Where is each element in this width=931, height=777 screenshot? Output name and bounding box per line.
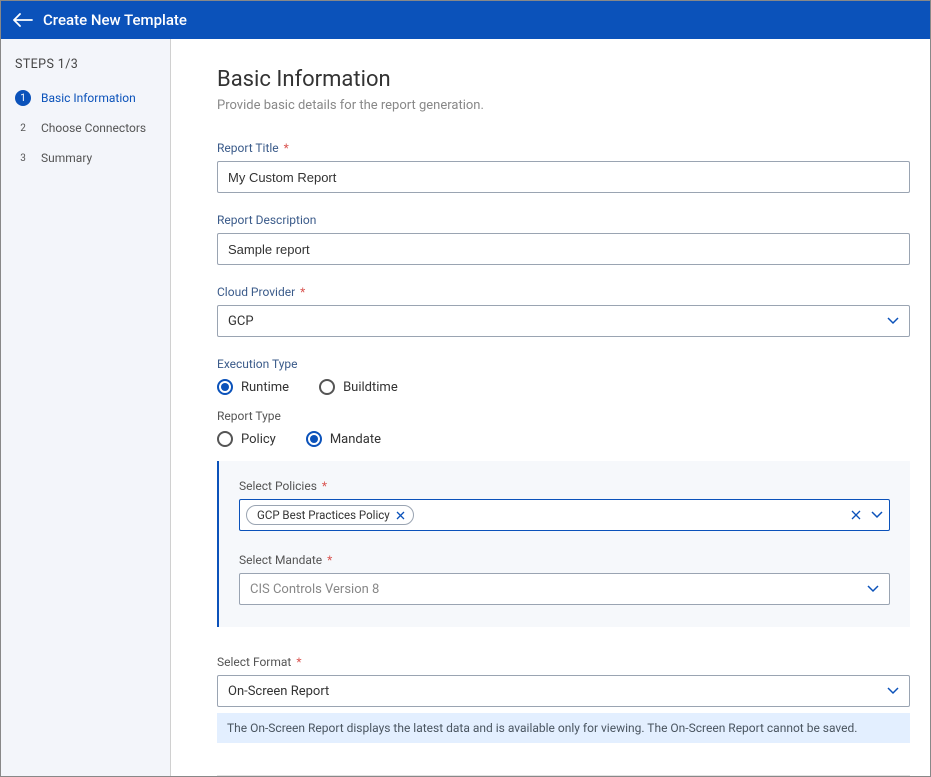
select-format-select[interactable]: On-Screen Report <box>217 675 910 707</box>
select-mandate-label: Select Mandate * <box>239 553 890 567</box>
radio-mandate[interactable]: Mandate <box>306 431 381 447</box>
step-number: 1 <box>15 90 31 106</box>
select-mandate-value: CIS Controls Version 8 <box>250 582 379 597</box>
field-select-policies: Select Policies * GCP Best Practices Pol… <box>239 479 890 531</box>
step-choose-connectors[interactable]: 2 Choose Connectors <box>15 120 160 136</box>
radio-icon <box>217 379 233 395</box>
select-policies-input[interactable]: GCP Best Practices Policy <box>239 499 890 531</box>
field-report-description: Report Description <box>217 213 910 265</box>
page-header: Create New Template <box>1 1 930 39</box>
mandate-nested-block: Select Policies * GCP Best Practices Pol… <box>217 461 910 627</box>
clear-all-icon[interactable] <box>851 510 861 520</box>
page-title: Basic Information <box>217 67 910 92</box>
report-title-label: Report Title * <box>217 141 910 155</box>
radio-runtime[interactable]: Runtime <box>217 379 289 395</box>
page-subtitle: Provide basic details for the report gen… <box>217 98 910 113</box>
cloud-provider-select[interactable]: GCP <box>217 305 910 337</box>
radio-buildtime[interactable]: Buildtime <box>319 379 398 395</box>
select-mandate-select[interactable]: CIS Controls Version 8 <box>239 573 890 605</box>
field-select-mandate: Select Mandate * CIS Controls Version 8 <box>239 553 890 605</box>
select-format-label: Select Format * <box>217 655 910 669</box>
step-label: Choose Connectors <box>41 121 146 135</box>
field-cloud-provider: Cloud Provider * GCP <box>217 285 910 337</box>
radio-icon <box>319 379 335 395</box>
page-header-title: Create New Template <box>43 11 187 29</box>
field-execution-type: Execution Type Runtime Buildtime <box>217 357 910 395</box>
field-select-format: Select Format * On-Screen Report <box>217 655 910 707</box>
cloud-provider-value: GCP <box>228 314 254 329</box>
report-type-label: Report Type <box>217 409 910 423</box>
step-number: 3 <box>15 150 31 166</box>
step-basic-information[interactable]: 1 Basic Information <box>15 90 160 106</box>
radio-label: Policy <box>241 432 276 447</box>
radio-icon <box>306 431 322 447</box>
step-label: Summary <box>41 151 92 165</box>
select-format-value: On-Screen Report <box>228 684 329 699</box>
report-description-label: Report Description <box>217 213 910 227</box>
steps-counter: STEPS 1/3 <box>15 57 160 72</box>
policy-chip-label: GCP Best Practices Policy <box>257 508 390 522</box>
policy-chip: GCP Best Practices Policy <box>246 505 414 525</box>
radio-icon <box>217 431 233 447</box>
chevron-down-icon <box>871 511 883 519</box>
select-policies-label: Select Policies * <box>239 479 890 493</box>
radio-label: Runtime <box>241 380 289 395</box>
step-summary[interactable]: 3 Summary <box>15 150 160 166</box>
radio-policy[interactable]: Policy <box>217 431 276 447</box>
footer-divider <box>217 775 910 776</box>
report-description-input[interactable] <box>217 233 910 265</box>
chevron-down-icon <box>867 585 879 593</box>
execution-type-label: Execution Type <box>217 357 910 371</box>
radio-label: Mandate <box>330 432 381 447</box>
chevron-down-icon <box>887 687 899 695</box>
field-report-type: Report Type Policy Mandate <box>217 409 910 447</box>
radio-label: Buildtime <box>343 380 398 395</box>
field-report-title: Report Title * <box>217 141 910 193</box>
format-info-banner: The On-Screen Report displays the latest… <box>217 713 910 743</box>
chip-remove-icon[interactable] <box>396 511 405 520</box>
step-label: Basic Information <box>41 91 136 105</box>
step-number: 2 <box>15 120 31 136</box>
steps-sidebar: STEPS 1/3 1 Basic Information 2 Choose C… <box>1 39 171 776</box>
back-arrow-icon[interactable] <box>13 13 33 27</box>
cloud-provider-label: Cloud Provider * <box>217 285 910 299</box>
main-content: Basic Information Provide basic details … <box>171 39 930 776</box>
report-title-input[interactable] <box>217 161 910 193</box>
chevron-down-icon <box>887 317 899 325</box>
